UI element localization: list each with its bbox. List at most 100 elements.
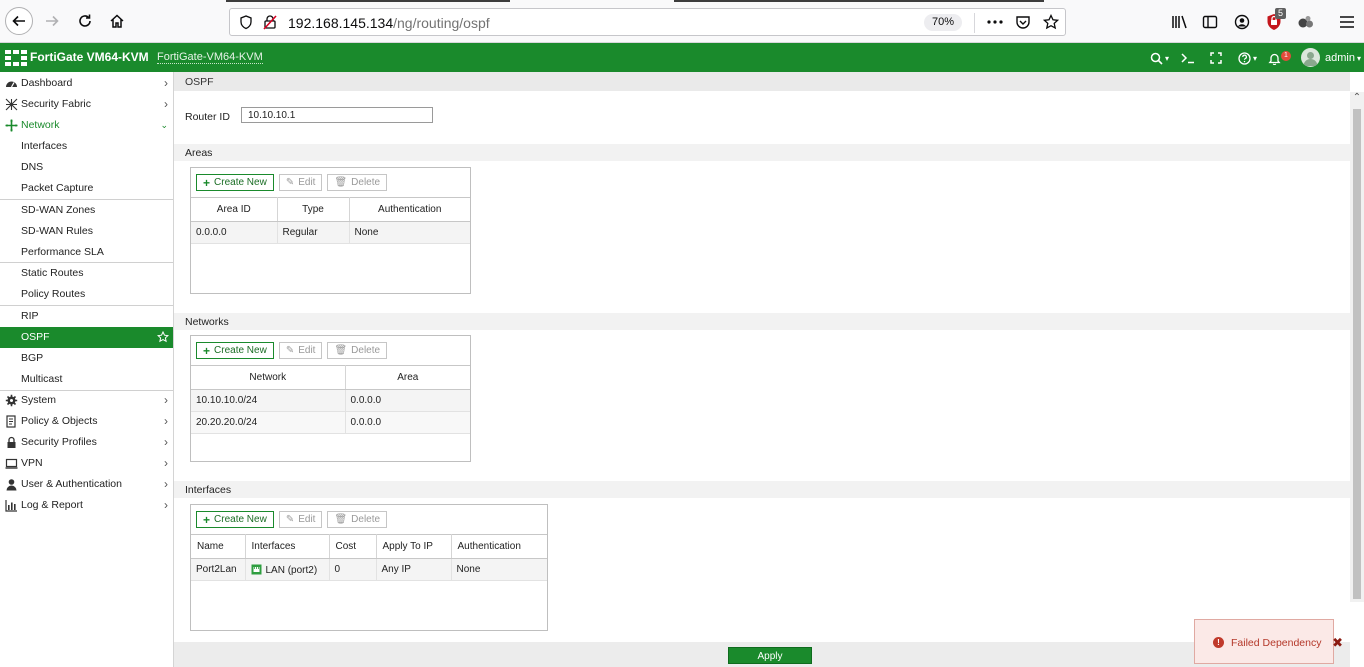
areas-delete-button[interactable]: 🗑 Delete: [327, 174, 388, 191]
sidebar-item-static-routes[interactable]: Static Routes: [0, 263, 173, 284]
sidebar-item-sdwan-zones[interactable]: SD-WAN Zones: [0, 200, 173, 221]
column-header[interactable]: Area: [345, 365, 470, 390]
column-header[interactable]: Name: [191, 534, 246, 559]
sidebar-item-log-report[interactable]: Log & Report ›: [0, 495, 173, 516]
url-text[interactable]: 192.168.145.134/ng/routing/ospf: [288, 15, 490, 31]
sidebar-item-dashboard[interactable]: Dashboard ›: [0, 73, 173, 94]
sidebar-item-vpn[interactable]: VPN ›: [0, 453, 173, 474]
sidebar-item-performance-sla[interactable]: Performance SLA: [0, 242, 173, 263]
table-row[interactable]: 0.0.0.0 Regular None: [191, 221, 470, 244]
sidebar-item-label: Security Profiles: [21, 436, 97, 448]
user-icon: [6, 479, 17, 491]
global-search-button[interactable]: ▾: [1150, 49, 1169, 67]
home-icon: [110, 14, 124, 28]
table-row[interactable]: 20.20.20.0/24 0.0.0.0: [191, 411, 470, 434]
sidebar-item-packet-capture[interactable]: Packet Capture: [0, 178, 173, 199]
sidebar-item-label: System: [21, 394, 57, 406]
fortinet-logo-icon[interactable]: [5, 50, 27, 66]
sidebar-item-ospf[interactable]: OSPF: [0, 327, 173, 348]
interfaces-create-new-button[interactable]: + Create New: [196, 511, 274, 528]
button-label: Create New: [214, 514, 267, 525]
scrollbar-thumb[interactable]: [1353, 109, 1361, 599]
error-icon: !: [1213, 637, 1224, 648]
sidebar-item-sdwan-rules[interactable]: SD-WAN Rules: [0, 221, 173, 242]
sidebar-item-system[interactable]: System ›: [0, 390, 173, 411]
sidebar-item-policy-objects[interactable]: Policy & Objects ›: [0, 411, 173, 432]
cli-console-button[interactable]: [1181, 49, 1195, 67]
url-bar[interactable]: 192.168.145.134/ng/routing/ospf 70%: [229, 8, 1066, 36]
networks-delete-button[interactable]: 🗑 Delete: [327, 342, 388, 359]
sidebar-item-security-profiles[interactable]: Security Profiles ›: [0, 432, 173, 453]
bookmark-star-icon[interactable]: [1041, 12, 1061, 32]
column-header[interactable]: Network: [191, 365, 346, 390]
library-icon[interactable]: [1170, 12, 1190, 32]
sidebar-item-rip[interactable]: RIP: [0, 306, 173, 327]
apply-button[interactable]: Apply: [728, 647, 812, 664]
sidebar-item-label: Multicast: [21, 373, 63, 385]
fullscreen-button[interactable]: [1210, 49, 1222, 67]
sidebar-toggle-icon[interactable]: [1200, 12, 1220, 32]
column-header[interactable]: Authentication: [451, 534, 547, 559]
chevron-down-icon: ▾: [1253, 53, 1258, 63]
shield-icon[interactable]: [239, 15, 253, 30]
column-header[interactable]: Apply To IP: [376, 534, 452, 559]
close-icon[interactable]: ✖: [1332, 635, 1343, 651]
hamburger-menu-icon[interactable]: [1337, 12, 1357, 32]
scroll-up-icon[interactable]: ⌃: [1350, 92, 1364, 106]
column-header[interactable]: Cost: [329, 534, 377, 559]
router-id-label: Router ID: [185, 111, 230, 123]
column-header[interactable]: Authentication: [349, 197, 470, 222]
page-title: OSPF: [185, 76, 214, 88]
notifications-button[interactable]: [1268, 49, 1281, 67]
insecure-lock-icon[interactable]: [263, 15, 277, 30]
interfaces-edit-button[interactable]: ✎ Edit: [278, 511, 323, 528]
column-header[interactable]: Type: [277, 197, 350, 222]
cell-type: Regular: [277, 221, 350, 244]
areas-create-new-button[interactable]: + Create New: [196, 174, 274, 191]
bell-icon: [1268, 53, 1281, 65]
page-actions-icon[interactable]: [985, 12, 1005, 32]
areas-edit-button[interactable]: ✎ Edit: [278, 174, 323, 191]
avatar[interactable]: [1301, 48, 1320, 67]
networks-edit-button[interactable]: ✎ Edit: [278, 342, 323, 359]
back-button[interactable]: [5, 7, 33, 35]
interfaces-delete-button[interactable]: 🗑 Delete: [327, 511, 388, 528]
sidebar-item-bgp[interactable]: BGP: [0, 348, 173, 369]
interfaces-toolbar: + Create New ✎ Edit 🗑 Delete: [196, 511, 388, 529]
device-hostname[interactable]: FortiGate-VM64-KVM: [157, 51, 263, 64]
home-button[interactable]: [103, 7, 131, 35]
column-header[interactable]: Area ID: [191, 197, 278, 222]
user-menu[interactable]: admin ▾: [1325, 52, 1361, 64]
account-icon[interactable]: [1232, 12, 1252, 32]
sidebar-nav: Dashboard › Security Fabric › Network ⌄ …: [0, 72, 174, 667]
extension-icon[interactable]: [1296, 12, 1316, 32]
policy-icon: [6, 415, 16, 428]
favorite-star-icon[interactable]: [157, 331, 169, 343]
plus-icon: +: [203, 343, 211, 358]
terminal-icon: [1181, 53, 1194, 64]
cell-apply-to-ip: Any IP: [376, 558, 452, 581]
sidebar-item-label: Performance SLA: [21, 246, 104, 258]
column-header[interactable]: Interfaces: [245, 534, 330, 559]
sidebar-item-multicast[interactable]: Multicast: [0, 369, 173, 390]
table-row[interactable]: Port2Lan LAN (port2) 0 Any IP None: [191, 558, 547, 581]
sidebar-item-interfaces[interactable]: Interfaces: [0, 136, 173, 157]
forward-button[interactable]: [38, 7, 66, 35]
sidebar-item-label: Network: [21, 119, 60, 131]
router-id-input[interactable]: [241, 107, 433, 123]
sidebar-item-user-auth[interactable]: User & Authentication ›: [0, 474, 173, 495]
sidebar-item-security-fabric[interactable]: Security Fabric ›: [0, 94, 173, 115]
help-button[interactable]: ▾: [1238, 49, 1257, 67]
vpn-icon: [5, 458, 18, 469]
sidebar-item-label: VPN: [21, 457, 43, 469]
networks-create-new-button[interactable]: + Create New: [196, 342, 274, 359]
sidebar-item-dns[interactable]: DNS: [0, 157, 173, 178]
reload-button[interactable]: [71, 7, 99, 35]
zoom-level[interactable]: 70%: [924, 14, 963, 31]
sidebar-item-network[interactable]: Network ⌄: [0, 115, 173, 136]
table-row[interactable]: 10.10.10.0/24 0.0.0.0: [191, 389, 470, 412]
sidebar-item-label: SD-WAN Rules: [21, 225, 93, 237]
sidebar-item-policy-routes[interactable]: Policy Routes: [0, 284, 173, 305]
pocket-icon[interactable]: [1013, 12, 1033, 32]
cell-cost: 0: [329, 558, 377, 581]
